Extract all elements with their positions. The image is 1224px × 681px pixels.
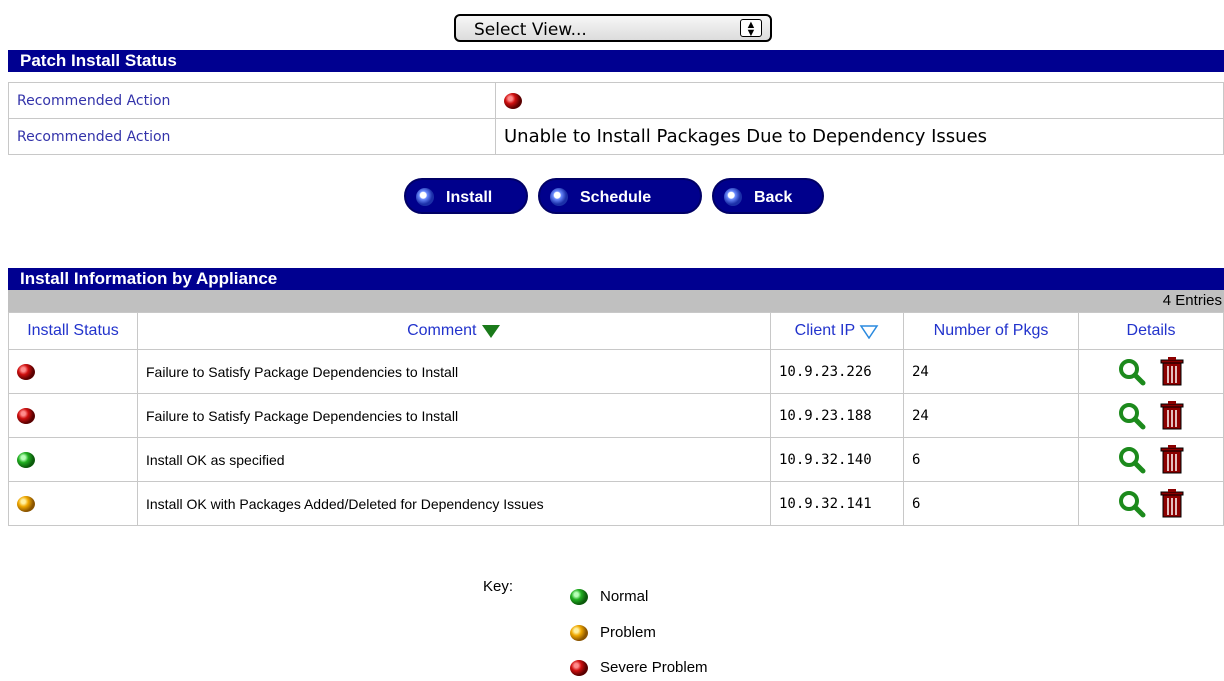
col-comment[interactable]: Comment bbox=[137, 312, 771, 350]
table-header-row: Install Status Comment Client IP Number … bbox=[8, 312, 1224, 350]
recommended-action-label: Recommended Action bbox=[8, 118, 496, 155]
col-client-ip[interactable]: Client IP bbox=[770, 312, 904, 350]
entries-count: 4 Entries bbox=[1162, 292, 1222, 309]
table-row: Install OK as specified 10.9.32.140 6 bbox=[8, 437, 1224, 482]
severe-status-icon bbox=[504, 93, 522, 110]
severe-status-icon bbox=[17, 364, 35, 381]
radio-dot-icon bbox=[550, 188, 568, 206]
comment-cell: Install OK as specified bbox=[137, 437, 771, 482]
problem-status-icon bbox=[570, 625, 588, 642]
schedule-button-label: Schedule bbox=[580, 189, 652, 206]
details-cell bbox=[1078, 393, 1224, 438]
key-item-label: Normal bbox=[600, 588, 649, 605]
col-install-status-label: Install Status bbox=[27, 322, 119, 339]
num-pkgs-cell: 24 bbox=[903, 349, 1079, 394]
radio-dot-icon bbox=[724, 188, 742, 206]
up-down-arrow-icon: ▲ ▼ bbox=[740, 19, 762, 39]
table-row: Install OK with Packages Added/Deleted f… bbox=[8, 481, 1224, 526]
entries-bar: 4 Entries bbox=[8, 290, 1224, 312]
magnifier-icon[interactable] bbox=[1118, 358, 1146, 386]
num-pkgs-cell: 6 bbox=[903, 437, 1079, 482]
comment-cell: Install OK with Packages Added/Deleted f… bbox=[137, 481, 771, 526]
install-info-header: Install Information by Appliance bbox=[8, 268, 1224, 290]
install-status-cell bbox=[8, 349, 138, 394]
trash-icon[interactable] bbox=[1160, 356, 1184, 387]
severe-status-icon bbox=[570, 660, 588, 677]
col-details-label: Details bbox=[1126, 322, 1176, 339]
trash-icon[interactable] bbox=[1160, 400, 1184, 431]
details-cell bbox=[1078, 481, 1224, 526]
recommended-action-value: Unable to Install Packages Due to Depend… bbox=[495, 118, 1224, 155]
client-ip-cell: 10.9.23.188 bbox=[770, 393, 904, 438]
install-button[interactable]: Install bbox=[404, 178, 528, 214]
trash-icon[interactable] bbox=[1160, 488, 1184, 519]
key-item-problem: Problem bbox=[570, 624, 656, 642]
select-view-label: Select View... bbox=[474, 20, 587, 40]
normal-status-icon bbox=[570, 589, 588, 606]
comment-cell: Failure to Satisfy Package Dependencies … bbox=[137, 393, 771, 438]
back-button-label: Back bbox=[754, 189, 793, 206]
install-info-table: Install Status Comment Client IP Number … bbox=[8, 312, 1224, 526]
trash-icon[interactable] bbox=[1160, 444, 1184, 475]
key-item-severe-problem: Severe Problem bbox=[570, 659, 708, 677]
problem-status-icon bbox=[17, 496, 35, 513]
client-ip-cell: 10.9.32.140 bbox=[770, 437, 904, 482]
key-label: Key: bbox=[483, 578, 514, 595]
col-number-of-pkgs-label: Number of Pkgs bbox=[933, 322, 1049, 339]
recommended-action-status bbox=[495, 82, 1224, 119]
radio-dot-icon bbox=[416, 188, 434, 206]
num-pkgs-cell: 6 bbox=[903, 481, 1079, 526]
sort-desc-icon bbox=[859, 325, 879, 340]
magnifier-icon[interactable] bbox=[1118, 490, 1146, 518]
col-install-status[interactable]: Install Status bbox=[8, 312, 138, 350]
select-view-dropdown[interactable]: Select View... ▲ ▼ bbox=[454, 14, 772, 42]
status-row: Recommended Action Unable to Install Pac… bbox=[8, 118, 1224, 155]
client-ip-cell: 10.9.32.141 bbox=[770, 481, 904, 526]
details-cell bbox=[1078, 349, 1224, 394]
install-status-cell bbox=[8, 481, 138, 526]
key-item-label: Severe Problem bbox=[600, 659, 708, 676]
sort-desc-active-icon bbox=[481, 324, 500, 338]
severe-status-icon bbox=[17, 408, 35, 425]
key-item-normal: Normal bbox=[570, 588, 649, 606]
comment-cell: Failure to Satisfy Package Dependencies … bbox=[137, 349, 771, 394]
details-cell bbox=[1078, 437, 1224, 482]
recommended-action-label: Recommended Action bbox=[8, 82, 496, 119]
install-info-title: Install Information by Appliance bbox=[20, 269, 278, 288]
col-comment-label: Comment bbox=[407, 322, 477, 339]
install-status-cell bbox=[8, 437, 138, 482]
normal-status-icon bbox=[17, 452, 35, 469]
status-row: Recommended Action bbox=[8, 82, 1224, 119]
key-item-label: Problem bbox=[600, 624, 656, 641]
client-ip-cell: 10.9.23.226 bbox=[770, 349, 904, 394]
schedule-button[interactable]: Schedule bbox=[538, 178, 702, 214]
col-details: Details bbox=[1078, 312, 1224, 350]
patch-install-status-title: Patch Install Status bbox=[20, 51, 177, 70]
table-row: Failure to Satisfy Package Dependencies … bbox=[8, 393, 1224, 438]
col-client-ip-label: Client IP bbox=[794, 322, 855, 339]
back-button[interactable]: Back bbox=[712, 178, 824, 214]
num-pkgs-cell: 24 bbox=[903, 393, 1079, 438]
col-number-of-pkgs[interactable]: Number of Pkgs bbox=[903, 312, 1079, 350]
patch-status-table: Recommended Action Recommended Action Un… bbox=[8, 82, 1224, 155]
magnifier-icon[interactable] bbox=[1118, 402, 1146, 430]
install-button-label: Install bbox=[446, 189, 493, 206]
table-row: Failure to Satisfy Package Dependencies … bbox=[8, 349, 1224, 394]
patch-install-status-header: Patch Install Status bbox=[8, 50, 1224, 72]
magnifier-icon[interactable] bbox=[1118, 446, 1146, 474]
install-status-cell bbox=[8, 393, 138, 438]
